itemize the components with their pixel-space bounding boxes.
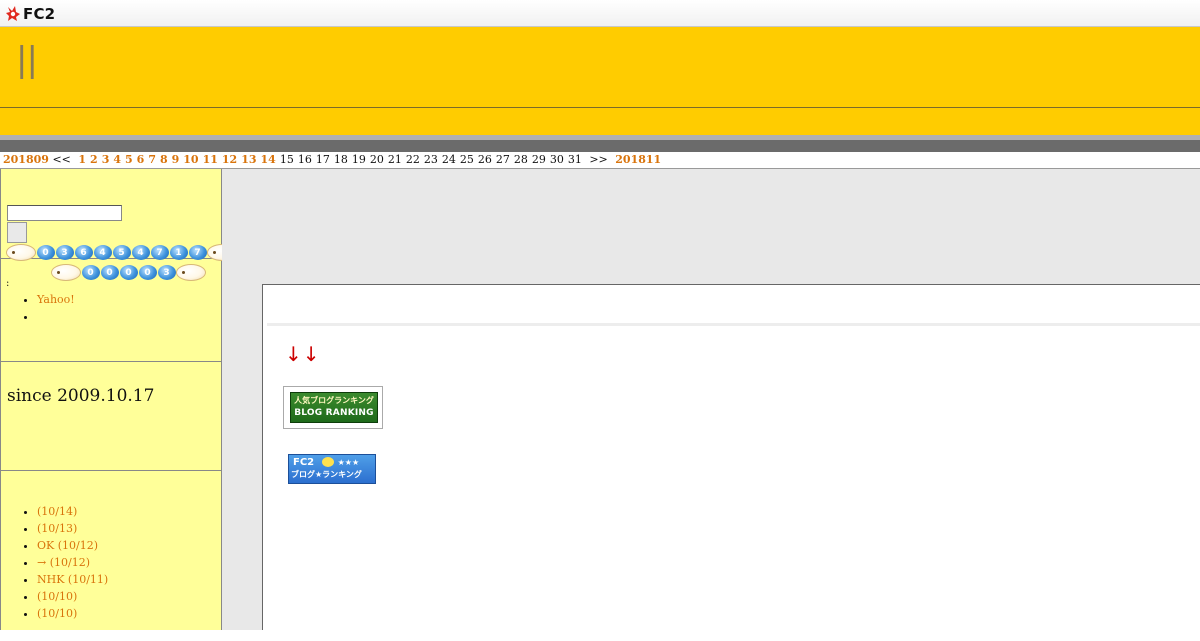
counter-digit: 7 — [188, 245, 207, 260]
calendar-day[interactable]: 2 — [90, 153, 98, 166]
calendar-day[interactable]: 9 — [172, 153, 180, 166]
calendar-day: 22 — [405, 153, 420, 166]
counter-digit: 0 — [36, 245, 55, 260]
divider-dark — [0, 140, 1200, 152]
blog-header: || — [0, 27, 1200, 108]
chick-icon — [322, 457, 334, 467]
calendar-day[interactable]: 4 — [113, 153, 121, 166]
calendar-day[interactable]: 6 — [137, 153, 145, 166]
sidebar-counter-box: since 2009.10.17 — [1, 362, 222, 471]
down-arrows: ↓↓ — [285, 342, 321, 366]
recent-entry[interactable]: → (10/12) — [37, 554, 108, 571]
calendar-bar: 201809 << 1 2 3 4 5 6 7 8 9 10 11 12 13 14 15 16 17 18 19 2… — [3, 153, 661, 167]
fc2-logo-text: FC2 — [23, 4, 56, 23]
recent-entry[interactable]: (10/10) — [37, 605, 108, 622]
counter-since-text: since 2009.10.17 — [7, 386, 155, 406]
recent-entry[interactable]: NHK (10/11) — [37, 571, 108, 588]
blog-ranking-banner-line2: BLOG RANKING — [294, 408, 374, 418]
calendar-day: 21 — [387, 153, 402, 166]
sheep-icon — [176, 264, 206, 281]
access-counter-total: 036454717 — [6, 244, 237, 261]
calendar-day: 23 — [423, 153, 438, 166]
fc2-top-bar: FC2 — [0, 0, 1200, 27]
calendar-day: 16 — [297, 153, 312, 166]
blog-ranking-banner[interactable]: 人気ブログランキング BLOG RANKING — [283, 386, 383, 429]
sheep-icon — [51, 264, 81, 281]
fc2-ranking-banner-fc2: FC2 — [293, 457, 315, 468]
fc2-ranking-banner-line2: ブログ★ランキング — [291, 470, 362, 479]
counter-digit: 0 — [81, 265, 100, 280]
counter-digit: 4 — [131, 245, 150, 260]
calendar-day[interactable]: 14 — [261, 153, 276, 166]
recent-entry[interactable]: OK (10/12) — [37, 537, 108, 554]
access-counter-today: 00003 — [51, 264, 206, 281]
fc2-logo[interactable]: FC2 — [6, 4, 55, 23]
calendar-next-nav: >> — [589, 153, 608, 166]
fc2-fox-icon — [6, 6, 20, 21]
calendar-day: 17 — [315, 153, 330, 166]
calendar-day: 31 — [567, 153, 582, 166]
entry-title-separator — [267, 323, 1200, 326]
counter-digit: 7 — [150, 245, 169, 260]
calendar-day: 18 — [333, 153, 348, 166]
fc2-ranking-banner-stars: ★★★ — [337, 458, 360, 467]
search-input[interactable] — [7, 205, 122, 221]
calendar-day[interactable]: 8 — [160, 153, 168, 166]
calendar-prev-nav: << — [52, 153, 71, 166]
recent-entry[interactable]: (10/13) — [37, 520, 108, 537]
calendar-day[interactable]: 7 — [148, 153, 156, 166]
link-yahoo[interactable]: Yahoo! — [37, 291, 75, 308]
calendar-day: 24 — [441, 153, 456, 166]
calendar-day[interactable]: 10 — [183, 153, 198, 166]
counter-digit: 1 — [169, 245, 188, 260]
blog-ranking-banner-line1: 人気ブログランキング — [294, 396, 374, 405]
calendar-day: 26 — [477, 153, 492, 166]
counter-digit: 0 — [119, 265, 138, 280]
calendar-day: 15 — [279, 153, 294, 166]
calendar-days: 1 2 3 4 5 6 7 8 9 10 11 12 13 14 15 16 17 18 19 20 21 22 23 24 2… — [78, 153, 585, 166]
calendar-day: 30 — [549, 153, 564, 166]
counter-digit: 5 — [112, 245, 131, 260]
calendar-next-month[interactable]: 201811 — [615, 153, 661, 166]
calendar-day[interactable]: 5 — [125, 153, 133, 166]
counter-colon: : — [6, 278, 10, 289]
calendar-day[interactable]: 12 — [222, 153, 237, 166]
calendar-day: 29 — [531, 153, 546, 166]
counter-digit: 0 — [100, 265, 119, 280]
sheep-icon — [6, 244, 36, 261]
counter-digit: 4 — [93, 245, 112, 260]
blog-ranking-banner-image: 人気ブログランキング BLOG RANKING — [290, 392, 378, 423]
calendar-day[interactable]: 11 — [203, 153, 218, 166]
calendar-day[interactable]: 1 — [78, 153, 86, 166]
search-button[interactable] — [7, 222, 27, 243]
calendar-day[interactable]: 3 — [102, 153, 110, 166]
blog-title[interactable]: || — [16, 43, 38, 77]
counter-digit: 3 — [157, 265, 176, 280]
calendar-day: 19 — [351, 153, 366, 166]
calendar-day[interactable]: 13 — [241, 153, 256, 166]
calendar-day: 20 — [369, 153, 384, 166]
fc2-ranking-banner[interactable]: FC2 ★★★ ブログ★ランキング — [288, 454, 376, 484]
entry-panel: ↓↓ 人気ブログランキング BLOG RANKING FC2 ★★★ ブログ★ラ… — [262, 284, 1200, 630]
link-blank[interactable] — [37, 308, 75, 325]
calendar-day: 27 — [495, 153, 510, 166]
counter-digit: 6 — [74, 245, 93, 260]
counter-digit: 0 — [138, 265, 157, 280]
calendar-day: 28 — [513, 153, 528, 166]
fc2-ranking-banner-line1: FC2 ★★★ — [293, 456, 375, 469]
recent-entry[interactable]: (10/14) — [37, 503, 108, 520]
recent-entries-list: (10/14) (10/13)OK (10/12)→ (10/12)NHK (1… — [0, 503, 108, 622]
blog-subheader — [0, 108, 1200, 135]
calendar-day: 25 — [459, 153, 474, 166]
recent-entry[interactable]: (10/10) — [37, 588, 108, 605]
counter-digit: 3 — [55, 245, 74, 260]
sidebar-links-list: Yahoo! — [0, 291, 75, 325]
calendar-prev-month[interactable]: 201809 — [3, 153, 49, 166]
